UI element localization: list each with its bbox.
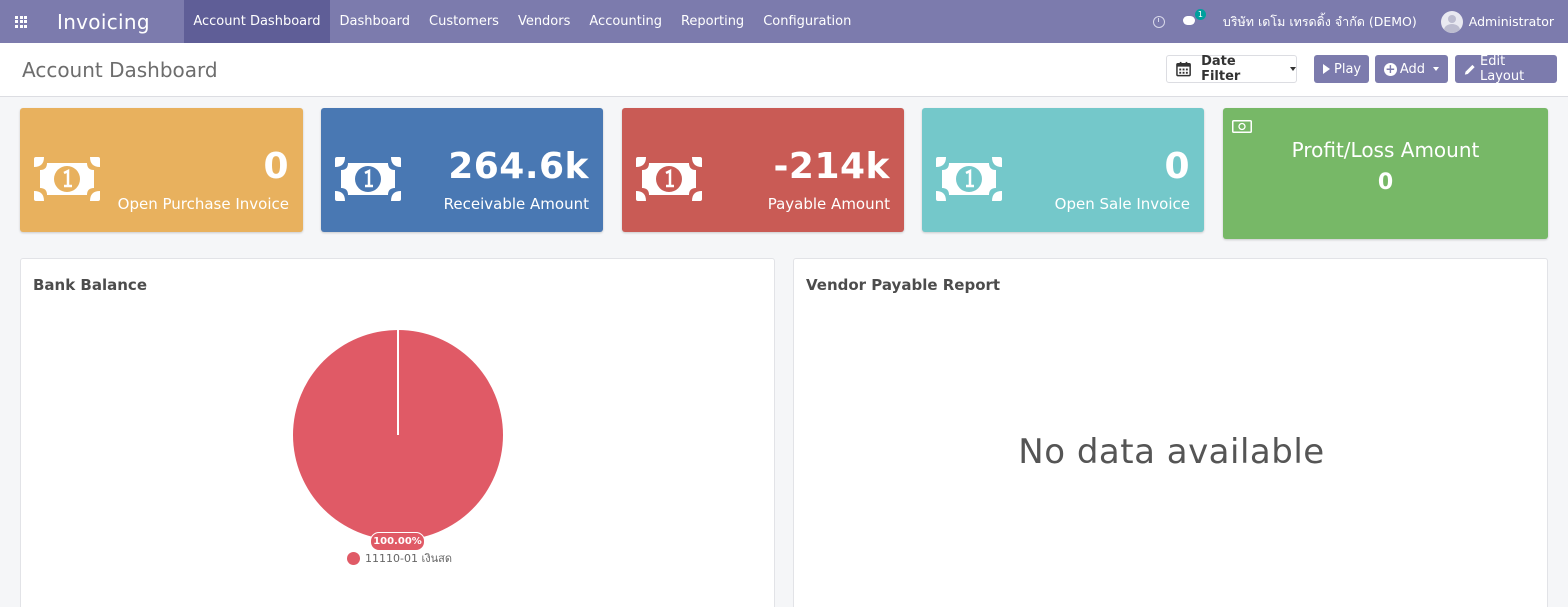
top-navbar: Invoicing Account Dashboard Dashboard Cu… <box>0 0 1568 43</box>
money-bill-icon <box>335 157 401 201</box>
money-bill-icon <box>936 157 1002 201</box>
messages-badge: 1 <box>1194 9 1206 20</box>
chart-legend[interactable]: 11110-01 เงินสด <box>347 549 452 567</box>
page-title: Account Dashboard <box>22 58 218 82</box>
panel-title: Vendor Payable Report <box>806 276 1001 294</box>
kpi-tile-profit-loss[interactable]: Profit/Loss Amount 0 <box>1223 108 1548 239</box>
date-filter-label: Date Filter <box>1201 54 1241 84</box>
money-bill-icon <box>34 157 100 201</box>
apps-menu-icon[interactable] <box>0 0 42 43</box>
play-icon <box>1323 64 1330 74</box>
menu-item-configuration[interactable]: Configuration <box>754 0 861 43</box>
systray: 1 บริษัท เดโม เทรดดิ้ง จำกัด (DEMO) Admi… <box>1152 0 1554 43</box>
tile-value: 0 <box>263 146 289 187</box>
date-filter-dropdown[interactable]: Date Filter <box>1166 54 1297 84</box>
user-avatar[interactable] <box>1440 10 1463 33</box>
kpi-tile-open-purchase-invoice[interactable]: 0 Open Purchase Invoice <box>20 108 303 232</box>
menu-item-accounting[interactable]: Accounting <box>580 0 672 43</box>
edit-layout-button[interactable]: Edit Layout <box>1455 54 1557 84</box>
chevron-down-icon <box>1433 67 1439 71</box>
add-label: Add <box>1399 61 1425 77</box>
tile-value: 0 <box>1164 146 1190 187</box>
chevron-down-icon <box>1290 67 1296 71</box>
menu-item-reporting[interactable]: Reporting <box>671 0 753 43</box>
tile-label: Open Sale Invoice <box>1054 195 1190 213</box>
plus-circle-icon: + <box>1384 62 1397 76</box>
menu-item-dashboard[interactable]: Dashboard <box>330 0 420 43</box>
play-label: Play <box>1334 61 1362 77</box>
legend-swatch <box>347 551 360 565</box>
money-bill-icon <box>636 157 702 201</box>
menu-item-customers[interactable]: Customers <box>420 0 509 43</box>
add-button[interactable]: + Add <box>1375 55 1448 83</box>
tile-value: 264.6k <box>448 146 589 187</box>
company-switcher[interactable]: บริษัท เดโม เทรดดิ้ง จำกัด (DEMO) <box>1223 12 1417 32</box>
main-menu: Account Dashboard Dashboard Customers Ve… <box>183 0 861 43</box>
kpi-tile-payable-amount[interactable]: -214k Payable Amount <box>622 108 904 232</box>
kpi-tile-receivable-amount[interactable]: 264.6k Receivable Amount <box>321 108 603 232</box>
calendar-icon <box>1176 61 1191 77</box>
vendor-payable-panel: Vendor Payable Report No data available <box>793 258 1548 607</box>
app-brand[interactable]: Invoicing <box>57 10 150 34</box>
user-menu[interactable]: Administrator <box>1469 14 1554 29</box>
tile-label: Receivable Amount <box>443 195 589 213</box>
menu-item-vendors[interactable]: Vendors <box>508 0 579 43</box>
kpi-tile-open-sale-invoice[interactable]: 0 Open Sale Invoice <box>922 108 1204 232</box>
menu-item-account-dashboard[interactable]: Account Dashboard <box>183 0 330 43</box>
bank-balance-panel: Bank Balance 100.00% 11110-01 เงินสด <box>20 258 775 607</box>
edit-layout-label: Edit Layout <box>1480 54 1525 84</box>
control-panel: Account Dashboard Date Filter Play + Add… <box>0 43 1568 97</box>
profit-loss-value: 0 <box>1377 170 1394 195</box>
no-data-message: No data available <box>1018 432 1325 472</box>
money-bill-icon <box>1232 120 1252 133</box>
legend-label: 11110-01 เงินสด <box>365 552 452 565</box>
tile-label: Open Purchase Invoice <box>117 195 289 213</box>
play-button[interactable]: Play <box>1314 55 1369 83</box>
messages-icon[interactable]: 1 <box>1182 9 1206 27</box>
activity-clock-icon[interactable] <box>1152 15 1165 28</box>
profit-loss-title: Profit/Loss Amount <box>1291 138 1480 162</box>
pencil-icon <box>1464 64 1475 75</box>
tile-label: Payable Amount <box>767 195 890 213</box>
tile-value: -214k <box>773 146 890 187</box>
